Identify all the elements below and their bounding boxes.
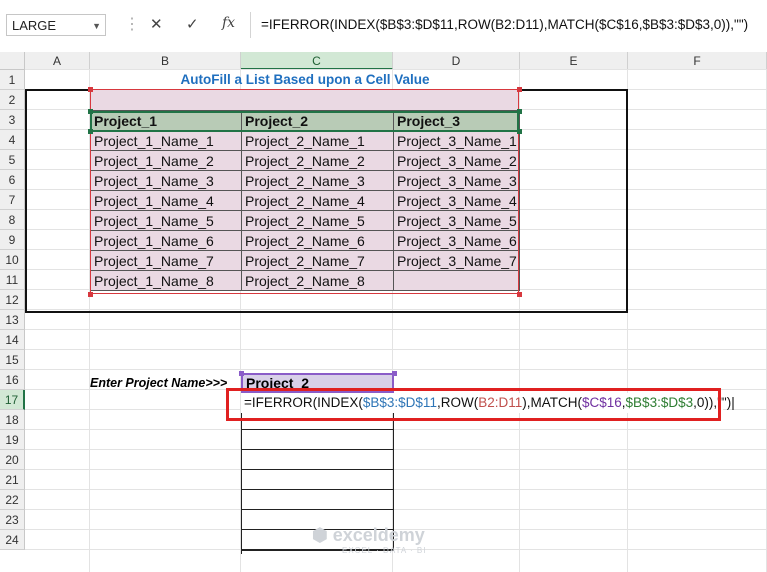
chevron-down-icon[interactable]: ▼: [92, 15, 101, 37]
gridline: [25, 369, 767, 370]
row-header-1[interactable]: 1: [0, 70, 25, 90]
row-header-22[interactable]: 22: [0, 490, 25, 510]
range-handle[interactable]: [88, 129, 93, 134]
watermark-logo: ⬢ exceldemy: [312, 525, 425, 545]
row-header-23[interactable]: 23: [0, 510, 25, 530]
row-header-3[interactable]: 3: [0, 110, 25, 130]
gridline: [25, 489, 767, 490]
column-header-c[interactable]: C: [241, 52, 393, 70]
range-handle[interactable]: [517, 292, 522, 297]
gridline: [25, 429, 767, 430]
row-header-19[interactable]: 19: [0, 430, 25, 450]
input-label: Enter Project Name>>>: [90, 376, 228, 390]
range-handle[interactable]: [517, 109, 522, 114]
formula-bar: LARGE ▼ ⋮ ✕ ✓ fx =IFERROR(INDEX($B$3:$D$…: [0, 0, 767, 52]
cancel-icon[interactable]: ✕: [150, 15, 163, 33]
row-header-14[interactable]: 14: [0, 330, 25, 350]
row-header-11[interactable]: 11: [0, 270, 25, 290]
gridline: [25, 349, 767, 350]
formula-input[interactable]: =IFERROR(INDEX($B$3:$D$11,ROW(B2:D11),MA…: [250, 12, 767, 38]
range-handle[interactable]: [392, 371, 397, 376]
row-header-12[interactable]: 12: [0, 290, 25, 310]
text-cursor: |: [731, 395, 735, 410]
range-handle[interactable]: [517, 87, 522, 92]
column-header-e[interactable]: E: [520, 52, 628, 70]
range-handle[interactable]: [517, 129, 522, 134]
output-cell[interactable]: [241, 470, 394, 490]
gridline: [25, 509, 767, 510]
row-header-5[interactable]: 5: [0, 150, 25, 170]
output-cell[interactable]: [241, 450, 394, 470]
row-header-10[interactable]: 10: [0, 250, 25, 270]
row-header-9[interactable]: 9: [0, 230, 25, 250]
row-header-21[interactable]: 21: [0, 470, 25, 490]
name-box-value: LARGE: [12, 18, 57, 33]
row-header-15[interactable]: 15: [0, 350, 25, 370]
column-header-d[interactable]: D: [393, 52, 520, 70]
output-cell[interactable]: [241, 490, 394, 510]
more-options-icon[interactable]: ⋮: [124, 14, 140, 34]
row-header-13[interactable]: 13: [0, 310, 25, 330]
insert-function-icon[interactable]: fx: [222, 15, 235, 31]
row-header-20[interactable]: 20: [0, 450, 25, 470]
column-header-b[interactable]: B: [90, 52, 241, 70]
column-header-a[interactable]: A: [25, 52, 90, 70]
row-header-17[interactable]: 17: [0, 390, 25, 410]
row-header-2[interactable]: 2: [0, 90, 25, 110]
range-handle[interactable]: [239, 371, 244, 376]
gridline: [25, 449, 767, 450]
row-header-18[interactable]: 18: [0, 410, 25, 430]
row-header-4[interactable]: 4: [0, 130, 25, 150]
gridline: [25, 329, 767, 330]
row-header-24[interactable]: 24: [0, 530, 25, 550]
column-header-f[interactable]: F: [628, 52, 767, 70]
row-header-6[interactable]: 6: [0, 170, 25, 190]
match-reference-range: [90, 111, 519, 132]
range-handle[interactable]: [88, 109, 93, 114]
range-handle[interactable]: [88, 87, 93, 92]
watermark-tagline: EXCEL · DATA · BI: [342, 546, 427, 555]
row-header-16[interactable]: 16: [0, 370, 25, 390]
sheet-title: AutoFill a List Based upon a Cell Value: [180, 72, 430, 87]
highlight-box: [226, 388, 721, 421]
range-handle[interactable]: [88, 292, 93, 297]
gridline: [25, 469, 767, 470]
name-box[interactable]: LARGE ▼: [6, 14, 106, 36]
enter-icon[interactable]: ✓: [186, 15, 199, 33]
row-header-8[interactable]: 8: [0, 210, 25, 230]
select-all-corner[interactable]: [0, 52, 25, 70]
output-cell[interactable]: [241, 430, 394, 450]
row-header-7[interactable]: 7: [0, 190, 25, 210]
